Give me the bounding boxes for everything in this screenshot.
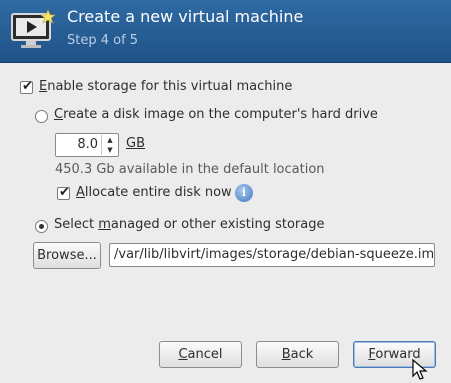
- disk-size-unit: GB: [126, 136, 145, 151]
- mouse-pointer-icon: [412, 359, 428, 380]
- browse-button[interactable]: Browse...: [33, 242, 101, 269]
- checkmark-icon: ✔: [59, 185, 70, 200]
- disk-size-spinner[interactable]: 8.0 ▲ ▼: [55, 133, 119, 157]
- radio-dot: [39, 224, 44, 229]
- wizard-header: Create a new virtual machine Step 4 of 5: [0, 0, 451, 63]
- back-button[interactable]: Back: [256, 341, 339, 368]
- wizard-step-indicator: Step 4 of 5: [67, 33, 139, 48]
- info-icon[interactable]: i: [235, 184, 253, 202]
- checkmark-icon: ✔: [22, 79, 33, 94]
- allocate-disk-checkbox[interactable]: ✔: [57, 185, 70, 200]
- enable-storage-checkbox[interactable]: ✔: [20, 79, 33, 94]
- disk-size-value[interactable]: 8.0: [77, 137, 98, 152]
- enable-storage-label[interactable]: Enable storage for this virtual machine: [39, 79, 292, 94]
- wizard-title: Create a new virtual machine: [67, 7, 304, 26]
- existing-storage-radio[interactable]: [35, 220, 48, 233]
- spin-down-icon[interactable]: ▼: [103, 145, 117, 155]
- storage-path-input[interactable]: /var/lib/libvirt/images/storage/debian-s…: [109, 243, 435, 267]
- cancel-button[interactable]: Cancel: [159, 341, 242, 368]
- allocate-disk-label[interactable]: Allocate entire disk now: [76, 185, 232, 200]
- available-space-text: 450.3 Gb available in the default locati…: [55, 162, 325, 177]
- create-disk-radio[interactable]: [35, 110, 48, 123]
- spin-up-icon[interactable]: ▲: [103, 135, 117, 145]
- spinner-divider: [101, 135, 102, 155]
- monitor-play-icon: [11, 9, 56, 48]
- create-disk-label[interactable]: Create a disk image on the computer's ha…: [54, 107, 378, 122]
- existing-storage-label[interactable]: Select managed or other existing storage: [54, 217, 325, 232]
